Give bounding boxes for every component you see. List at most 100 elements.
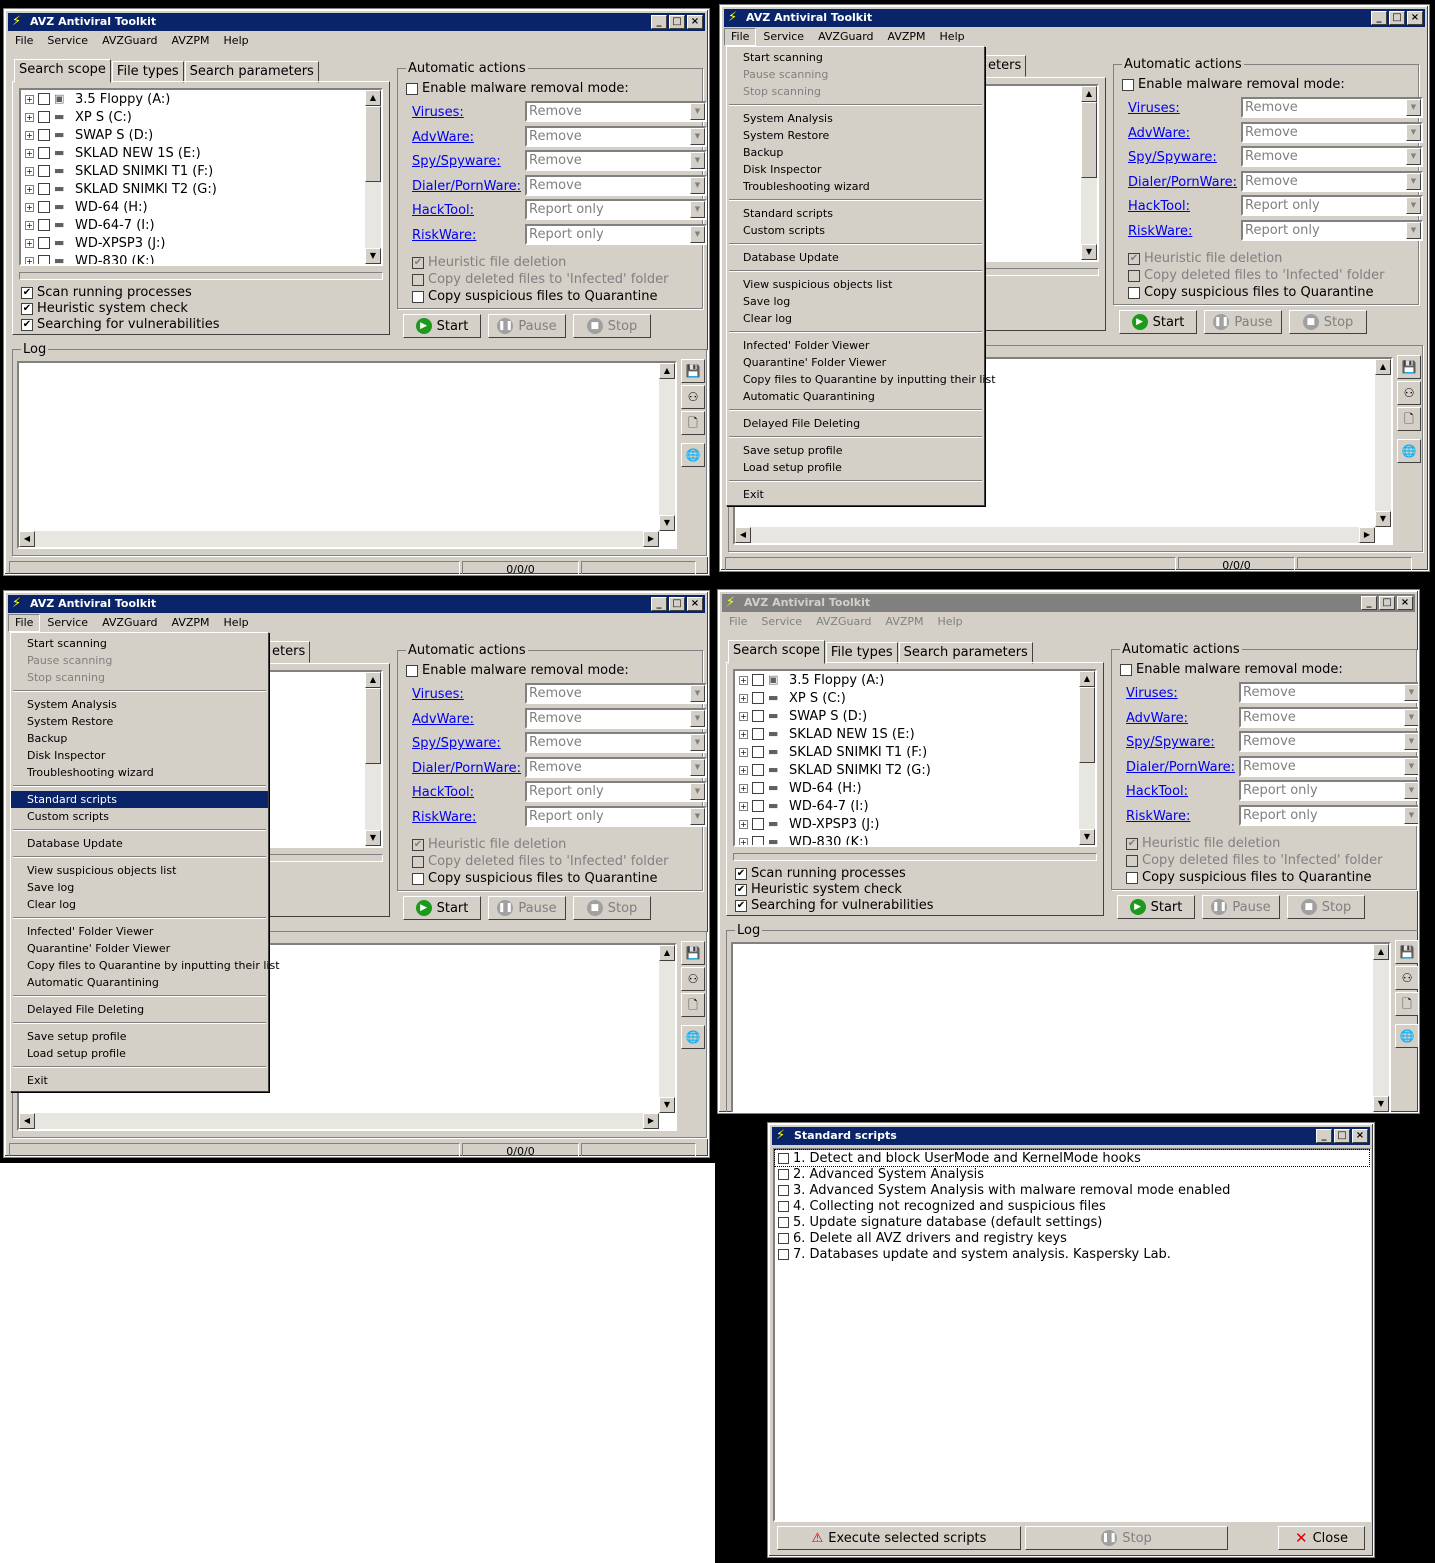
- menu-item-troubleshooting-wizard[interactable]: Troubleshooting wizard: [727, 178, 984, 195]
- web-icon[interactable]: 🌐: [1397, 439, 1421, 463]
- threat-link-5[interactable]: RiskWare:: [1126, 809, 1190, 824]
- menu-item-stop-scanning[interactable]: Stop scanning: [11, 669, 268, 686]
- close-button[interactable]: ×: [1397, 596, 1413, 610]
- option-checkbox[interactable]: ✔: [21, 302, 33, 315]
- chevron-down-icon[interactable]: ▼: [1404, 782, 1418, 800]
- scroll-down-arrow[interactable]: ▼: [1375, 511, 1391, 527]
- threat-link-2[interactable]: Spy/Spyware:: [412, 736, 501, 751]
- new-page-icon[interactable]: 🗋: [681, 411, 705, 435]
- chevron-down-icon[interactable]: ▼: [690, 783, 705, 801]
- scroll-up-arrow[interactable]: ▲: [365, 90, 381, 106]
- scroll-up-arrow[interactable]: ▲: [1375, 359, 1391, 375]
- menu-file[interactable]: File: [8, 614, 41, 632]
- stop-button[interactable]: ■ Stop: [573, 896, 651, 920]
- menu-item-disk-inspector[interactable]: Disk Inspector: [727, 161, 984, 178]
- expand-icon[interactable]: +: [25, 94, 34, 104]
- option-checkbox[interactable]: ✔: [21, 318, 33, 331]
- web-icon[interactable]: 🌐: [1395, 1024, 1418, 1048]
- log-textarea[interactable]: ▲▼◀▶: [17, 361, 677, 549]
- tree-item[interactable]: + ▣ 3.5 Floppy (A:): [735, 671, 1095, 689]
- chevron-down-icon[interactable]: ▼: [1406, 123, 1421, 141]
- menu-avzpm[interactable]: AVZPM: [165, 614, 217, 632]
- menu-help[interactable]: Help: [931, 613, 970, 631]
- scroll-left-arrow[interactable]: ◀: [735, 527, 751, 543]
- chevron-down-icon[interactable]: ▼: [690, 758, 705, 776]
- expand-icon[interactable]: +: [739, 783, 748, 793]
- find-icon[interactable]: ⚇: [1395, 966, 1418, 990]
- save-log-icon[interactable]: 💾: [1395, 940, 1418, 964]
- tree-item[interactable]: + ▬ WD-XPSP3 (J:): [735, 815, 1095, 833]
- menu-item-troubleshooting-wizard[interactable]: Troubleshooting wizard: [11, 764, 268, 781]
- find-icon[interactable]: ⚇: [681, 385, 705, 409]
- expand-icon[interactable]: +: [739, 675, 748, 685]
- new-page-icon[interactable]: 🗋: [1395, 992, 1418, 1016]
- option-checkbox[interactable]: [1126, 871, 1138, 884]
- menu-service[interactable]: Service: [754, 613, 809, 631]
- drive-checkbox[interactable]: [38, 201, 50, 213]
- scan-option[interactable]: ✔ Scan running processes: [21, 285, 192, 300]
- scroll-down-arrow[interactable]: ▼: [1081, 244, 1097, 260]
- chevron-down-icon[interactable]: ▼: [690, 685, 705, 702]
- threat-link-0[interactable]: Viruses:: [1126, 686, 1178, 701]
- tab-search-scope[interactable]: Search scope: [14, 59, 111, 83]
- menu-item-automatic-quarantining[interactable]: Automatic Quarantining: [727, 388, 984, 405]
- scroll-down-arrow[interactable]: ▼: [1373, 1096, 1389, 1112]
- scroll-thumb[interactable]: [1081, 102, 1097, 178]
- script-checkbox[interactable]: [778, 1216, 789, 1228]
- drive-checkbox[interactable]: [38, 183, 50, 195]
- threat-link-1[interactable]: AdvWare:: [412, 712, 474, 727]
- maximize-button[interactable]: □: [669, 15, 685, 29]
- expand-icon[interactable]: +: [25, 202, 34, 212]
- menu-item-copy-files-to-quarantine-by-inputting-their-list[interactable]: Copy files to Quarantine by inputting th…: [727, 371, 996, 388]
- minimize-button[interactable]: _: [1371, 11, 1387, 25]
- menu-item-exit[interactable]: Exit: [727, 486, 984, 503]
- expand-icon[interactable]: +: [739, 765, 748, 775]
- menu-avzpm[interactable]: AVZPM: [165, 32, 217, 50]
- menu-item-exit[interactable]: Exit: [11, 1072, 268, 1089]
- log-hscroll[interactable]: ◀▶: [19, 531, 659, 547]
- scan-option[interactable]: ✔ Searching for vulnerabilities: [21, 317, 220, 332]
- chevron-down-icon[interactable]: ▼: [690, 127, 705, 145]
- pause-button[interactable]: ❚❚ Pause: [1202, 895, 1280, 919]
- threat-link-5[interactable]: RiskWare:: [412, 228, 476, 243]
- menu-help[interactable]: Help: [217, 32, 256, 50]
- tree-item[interactable]: + ▬ SKLAD NEW 1S (E:): [21, 144, 381, 162]
- drive-checkbox[interactable]: [752, 728, 764, 740]
- chevron-down-icon[interactable]: ▼: [1404, 708, 1418, 726]
- tree-item[interactable]: + ▣ 3.5 Floppy (A:): [21, 90, 381, 108]
- threat-action-select[interactable]: Remove ▼: [1239, 682, 1418, 703]
- heuristic-deletion-option[interactable]: ✔ Heuristic file deletion: [1126, 836, 1280, 851]
- tab-file-types[interactable]: File types: [111, 61, 184, 83]
- threat-action-select[interactable]: Report only ▼: [1239, 805, 1418, 826]
- scroll-thumb[interactable]: [1079, 687, 1095, 763]
- drive-tree[interactable]: + ▣ 3.5 Floppy (A:) + ▬ XP S (C:) + ▬ SWAP S (D:…: [19, 88, 383, 266]
- log-hscroll[interactable]: ◀▶: [733, 1112, 1373, 1113]
- drive-checkbox[interactable]: [38, 237, 50, 249]
- expand-icon[interactable]: +: [25, 238, 34, 248]
- menu-item-backup[interactable]: Backup: [11, 730, 268, 747]
- start-button[interactable]: ▶ Start: [403, 314, 481, 338]
- threat-link-4[interactable]: HackTool:: [412, 203, 474, 218]
- threat-action-select[interactable]: Remove ▼: [1239, 755, 1418, 777]
- threat-link-0[interactable]: Viruses:: [412, 687, 464, 702]
- chevron-down-icon[interactable]: ▼: [1406, 172, 1421, 190]
- drive-tree[interactable]: + ▣ 3.5 Floppy (A:) + ▬ XP S (C:) + ▬ SWAP S (D:…: [733, 669, 1097, 847]
- scroll-right-arrow[interactable]: ▶: [1359, 527, 1375, 543]
- web-icon[interactable]: 🌐: [681, 443, 705, 467]
- threat-link-5[interactable]: RiskWare:: [412, 810, 476, 825]
- option-checkbox[interactable]: [412, 855, 424, 868]
- minimize-button[interactable]: _: [1361, 596, 1377, 610]
- drive-checkbox[interactable]: [38, 111, 50, 123]
- threat-link-3[interactable]: Dialer/PornWare:: [412, 761, 521, 776]
- menu-item-pause-scanning[interactable]: Pause scanning: [11, 652, 268, 669]
- tree-scrollbar[interactable]: ▲ ▼: [1079, 671, 1095, 845]
- new-page-icon[interactable]: 🗋: [1397, 407, 1421, 431]
- tab-partial[interactable]: eters: [983, 55, 1027, 77]
- tree-item[interactable]: + ▬ WD-64 (H:): [21, 198, 381, 216]
- threat-link-0[interactable]: Viruses:: [1128, 101, 1180, 116]
- threat-action-select[interactable]: Remove ▼: [1241, 146, 1423, 168]
- threat-link-5[interactable]: RiskWare:: [1128, 224, 1192, 239]
- tab-search-scope[interactable]: Search scope: [728, 640, 825, 664]
- threat-link-1[interactable]: AdvWare:: [1126, 711, 1188, 726]
- log-hscroll[interactable]: ◀▶: [19, 1113, 659, 1129]
